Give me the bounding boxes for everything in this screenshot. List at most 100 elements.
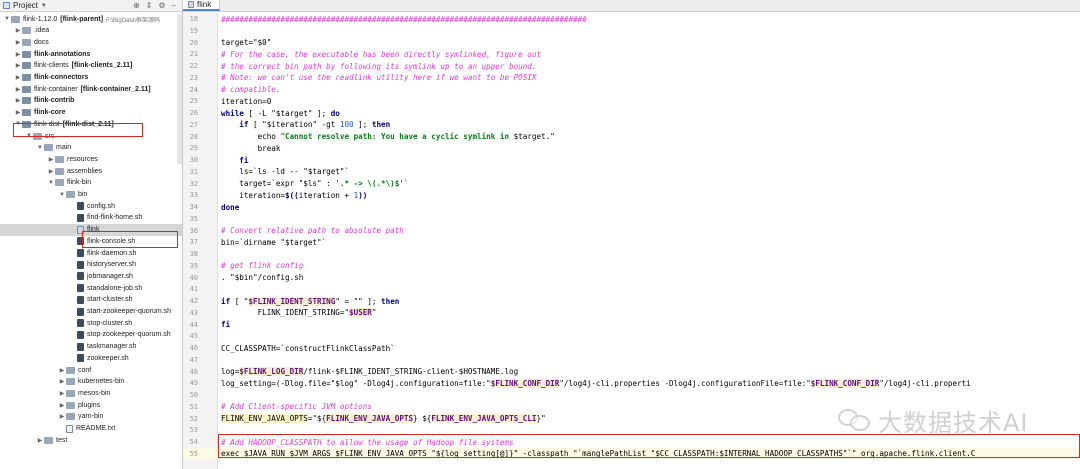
code-line[interactable]: 40 . "$bin"/config.sh	[183, 272, 1080, 284]
tree-item[interactable]: ▶start-zookeeper-quorum.sh	[0, 306, 182, 318]
tree-item[interactable]: ▼ flink-bin	[0, 177, 182, 189]
tree-item[interactable]: ▶ flink-connectors	[0, 72, 182, 84]
tab-flink[interactable]: flink	[183, 0, 221, 11]
code-line[interactable]: 36 # Convert relative path to absolute pa…	[183, 225, 1080, 237]
code-line[interactable]: 45	[183, 330, 1080, 342]
tree-item[interactable]: ▶config.sh	[0, 200, 182, 212]
chevron-right-icon[interactable]: ▶	[58, 367, 66, 374]
code-line[interactable]: 31 ls=`ls -ld -- "$target"`	[183, 166, 1080, 178]
code-line[interactable]: 30 fi	[183, 154, 1080, 166]
code-line[interactable]: 39 # get flink config	[183, 260, 1080, 272]
code-line[interactable]: 46 CC_CLASSPATH=`constructFlinkClassPath`	[183, 342, 1080, 354]
code-line[interactable]: 22 # the correct bin path by following it…	[183, 60, 1080, 72]
locate-file-icon[interactable]: ⊕	[133, 1, 140, 10]
code-line[interactable]: 20 target="$0"	[183, 37, 1080, 49]
tree-item[interactable]: ▶ resources	[0, 153, 182, 165]
chevron-right-icon[interactable]: ▶	[58, 402, 66, 409]
chevron-right-icon[interactable]: ▶	[47, 156, 55, 163]
code-line[interactable]: 50	[183, 389, 1080, 401]
code-line[interactable]: 41	[183, 283, 1080, 295]
code-line[interactable]: 29 break	[183, 142, 1080, 154]
code-line[interactable]: 18 ######################################…	[183, 13, 1080, 25]
tree-item[interactable]: ▶find-flink-home.sh	[0, 212, 182, 224]
code-text: # get flink config	[221, 261, 304, 271]
panel-toolbar: ⊕ ⇕ ⚙ –	[133, 1, 182, 10]
code-line[interactable]: 23 # Note: we can't use the readlink util…	[183, 72, 1080, 84]
tree-item[interactable]: ▶README.txt	[0, 423, 182, 435]
chevron-right-icon[interactable]: ▶	[58, 378, 66, 385]
code-line[interactable]: 47	[183, 354, 1080, 366]
tree-item[interactable]: ▶ conf	[0, 364, 182, 376]
chevron-down-icon[interactable]: ▼	[36, 145, 44, 151]
tree-item[interactable]: ▶standalone-job.sh	[0, 282, 182, 294]
gear-icon[interactable]: ⚙	[158, 1, 165, 10]
line-number: 50	[189, 391, 198, 399]
code-line[interactable]: 48 log=$FLINK_LOG_DIR/flink-$FLINK_IDENT_…	[183, 366, 1080, 378]
tree-item[interactable]: ▶ plugins	[0, 399, 182, 411]
tree-item[interactable]: ▶ yarn-bin	[0, 411, 182, 423]
chevron-right-icon[interactable]: ▶	[58, 413, 66, 420]
chevron-right-icon[interactable]: ▶	[58, 390, 66, 397]
chevron-right-icon[interactable]: ▶	[14, 97, 22, 104]
code-line[interactable]: 28 echo "Cannot resolve path: You have a…	[183, 131, 1080, 143]
chevron-right-icon[interactable]: ▶	[47, 168, 55, 175]
tree-item[interactable]: ▶ docs	[0, 36, 182, 48]
code-line[interactable]: 21 # For the case, the executable has bee…	[183, 48, 1080, 60]
code-line[interactable]: 44 fi	[183, 319, 1080, 331]
code-line[interactable]: 35	[183, 213, 1080, 225]
tree-item[interactable]: ▶flink-daemon.sh	[0, 247, 182, 259]
chevron-right-icon[interactable]: ▶	[14, 86, 22, 93]
tree-item[interactable]: ▶ flink-annotations	[0, 48, 182, 60]
tree-item[interactable]: ▶ assemblies	[0, 165, 182, 177]
tree-item[interactable]: ▶ flink-clients [flink-clients_2.11]	[0, 60, 182, 72]
code-line[interactable]: 27 if [ "$iteration" -gt 100 ]; then	[183, 119, 1080, 131]
code-line[interactable]: 43 FLINK_IDENT_STRING="$USER"	[183, 307, 1080, 319]
tree-item[interactable]: ▶ kubernetes-bin	[0, 376, 182, 388]
code-line[interactable]: 33 iteration=$((iteration + 1))	[183, 189, 1080, 201]
tree-item[interactable]: ▼ flink-1.12.0 [flink-parent] F:\BigData\框架…	[0, 13, 182, 25]
tree-item[interactable]: ▶ flink-container [flink-container_2.11]	[0, 83, 182, 95]
project-panel-title[interactable]: Project	[13, 1, 38, 10]
tree-item[interactable]: ▶jobmanager.sh	[0, 270, 182, 282]
chevron-right-icon[interactable]: ▶	[14, 62, 22, 69]
chevron-down-icon[interactable]: ▼	[41, 3, 47, 9]
code-line[interactable]: 38	[183, 248, 1080, 260]
tree-item[interactable]: ▶historyserver.sh	[0, 259, 182, 271]
code-line[interactable]: 24 # compatible.	[183, 84, 1080, 96]
tree-item-label: taskmanager.sh	[87, 343, 137, 351]
chevron-right-icon[interactable]: ▶	[14, 51, 22, 58]
tree-item-label: docs	[34, 38, 49, 46]
chevron-right-icon[interactable]: ▶	[36, 437, 44, 444]
tree-scrollbar[interactable]	[177, 14, 182, 164]
collapse-all-icon[interactable]: ⇕	[146, 1, 153, 10]
chevron-right-icon[interactable]: ▶	[14, 27, 22, 34]
code-line[interactable]: 49 log_setting=(-Dlog.file="$log" -Dlog4j…	[183, 377, 1080, 389]
code-line[interactable]: 34 done	[183, 201, 1080, 213]
tree-item[interactable]: ▶ flink-contrib	[0, 95, 182, 107]
tree-item[interactable]: ▶ flink-core	[0, 107, 182, 119]
code-line[interactable]: 42 if [ "$FLINK_IDENT_STRING" = "" ]; the…	[183, 295, 1080, 307]
tree-item[interactable]: ▶stop-cluster.sh	[0, 317, 182, 329]
code-line[interactable]: 25 iteration=0	[183, 95, 1080, 107]
code-line[interactable]: 37 bin=`dirname "$target"`	[183, 236, 1080, 248]
tree-item[interactable]: ▶ test	[0, 434, 182, 446]
tree-item[interactable]: ▶zookeeper.sh	[0, 352, 182, 364]
tree-item[interactable]: ▶ mesos-bin	[0, 387, 182, 399]
chevron-right-icon[interactable]: ▶	[14, 109, 22, 116]
code-line[interactable]: 26 while [ -L "$target" ]; do	[183, 107, 1080, 119]
chevron-right-icon[interactable]: ▶	[14, 74, 22, 81]
chevron-right-icon[interactable]: ▶	[14, 39, 22, 46]
tree-item[interactable]: ▶ .idea	[0, 25, 182, 37]
chevron-down-icon[interactable]: ▼	[47, 180, 55, 186]
code-line[interactable]: 32 target=`expr "$ls" : '.* -> \(.*\)$'`	[183, 178, 1080, 190]
tree-item[interactable]: ▶stop-zookeeper-quorum.sh	[0, 329, 182, 341]
chevron-down-icon[interactable]: ▼	[58, 192, 66, 198]
tree-item[interactable]: ▶taskmanager.sh	[0, 341, 182, 353]
minimize-icon[interactable]: –	[172, 1, 176, 10]
tree-item[interactable]: ▼ bin	[0, 189, 182, 201]
chevron-down-icon[interactable]: ▼	[3, 16, 11, 22]
tree-item[interactable]: ▶start-cluster.sh	[0, 294, 182, 306]
code-text: CC_CLASSPATH=`constructFlinkClassPath`	[221, 343, 395, 353]
tree-item[interactable]: ▼ main	[0, 142, 182, 154]
code-line[interactable]: 19	[183, 25, 1080, 37]
